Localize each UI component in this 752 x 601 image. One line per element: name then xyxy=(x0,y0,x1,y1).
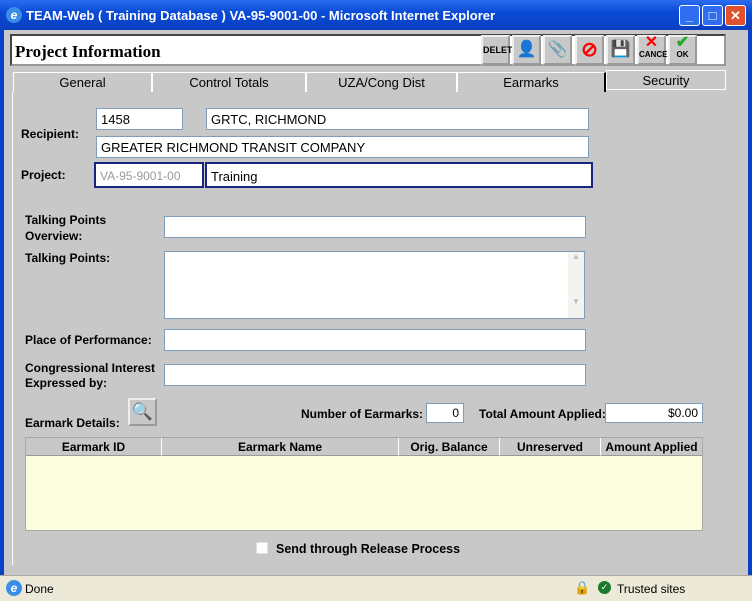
paperclip-icon[interactable]: 📎 xyxy=(543,35,572,65)
total-applied-label: Total Amount Applied: xyxy=(479,407,606,421)
col-earmark-id[interactable]: Earmark ID xyxy=(26,438,162,456)
no-save-icon[interactable]: ⊘ xyxy=(575,35,604,65)
talking-points-label: Talking Points: xyxy=(25,251,111,265)
close-button[interactable]: ✕ xyxy=(725,5,746,26)
tab-uza-cong-dist[interactable]: UZA/Cong Dist xyxy=(306,72,457,92)
window-title: TEAM-Web ( Training Database ) VA-95-900… xyxy=(26,8,496,23)
save-icon[interactable]: 💾 xyxy=(606,35,635,65)
zone-text: Trusted sites xyxy=(617,582,686,596)
project-id-field[interactable]: VA-95-9001-00 xyxy=(94,162,204,188)
tab-security[interactable]: Security xyxy=(606,70,726,90)
delete-button[interactable]: DELETE xyxy=(481,35,519,65)
talking-points-overview-input[interactable] xyxy=(164,216,586,238)
talking-points-textarea[interactable]: ▲ ▼ xyxy=(164,251,585,319)
status-bar: e Done 🔒 ✓ Trusted sites xyxy=(0,575,752,601)
recipient-short-field[interactable]: GRTC, RICHMOND xyxy=(206,108,589,130)
earmarks-table: Earmark ID Earmark Name Orig. Balance Un… xyxy=(25,437,703,531)
scrollbar[interactable]: ▲ ▼ xyxy=(568,252,584,318)
col-amount-applied[interactable]: Amount Applied xyxy=(601,438,702,456)
page-title: Project Information xyxy=(15,42,161,61)
col-orig-balance[interactable]: Orig. Balance xyxy=(399,438,500,456)
col-earmark-name[interactable]: Earmark Name xyxy=(162,438,399,456)
x-icon: ✕ xyxy=(644,34,659,51)
cancel-button[interactable]: ✕ CANCEL xyxy=(637,34,672,65)
tab-earmarks[interactable]: Earmarks xyxy=(457,72,606,93)
tab-control-totals[interactable]: Control Totals xyxy=(152,72,306,92)
magnifier-icon[interactable]: 🔍 xyxy=(128,398,157,426)
release-label: Send through Release Process xyxy=(276,542,461,556)
ok-button[interactable]: ✔ OK xyxy=(668,35,697,65)
project-name-field[interactable]: Training xyxy=(205,162,593,188)
recipient-label: Recipient: xyxy=(21,127,80,141)
place-of-performance-input[interactable] xyxy=(164,329,586,351)
project-label: Project: xyxy=(21,168,66,182)
trusted-check-icon: ✓ xyxy=(598,581,611,594)
recipient-id-field[interactable]: 1458 xyxy=(96,108,183,130)
num-earmarks-field: 0 xyxy=(426,403,464,423)
talking-points-overview-label: Talking Points Overview: xyxy=(25,213,107,243)
col-unreserved[interactable]: Unreserved xyxy=(500,438,601,456)
total-applied-field: $0.00 xyxy=(605,403,703,423)
ok-label: OK xyxy=(676,50,689,59)
person-icon[interactable]: 👤 xyxy=(512,35,541,65)
tab-general[interactable]: General xyxy=(13,72,152,92)
congressional-interest-input[interactable] xyxy=(164,364,586,386)
maximize-button[interactable]: □ xyxy=(702,5,723,26)
num-earmarks-label: Number of Earmarks: xyxy=(301,407,424,421)
status-text: Done xyxy=(25,582,54,596)
check-icon: ✔ xyxy=(675,34,690,51)
ie-page-icon: e xyxy=(6,580,22,596)
recipient-name-field[interactable]: GREATER RICHMOND TRANSIT COMPANY xyxy=(96,136,589,158)
congressional-interest-label: Congressional Interest Expressed by: xyxy=(25,361,156,390)
lock-icon: 🔒 xyxy=(574,580,591,595)
earmark-details-label: Earmark Details: xyxy=(25,416,120,430)
ie-icon: e xyxy=(6,7,22,23)
minimize-button[interactable]: _ xyxy=(679,5,700,26)
release-checkbox[interactable] xyxy=(256,542,268,554)
title-bar: e TEAM-Web ( Training Database ) VA-95-9… xyxy=(0,0,752,30)
place-of-performance-label: Place of Performance: xyxy=(25,333,152,347)
